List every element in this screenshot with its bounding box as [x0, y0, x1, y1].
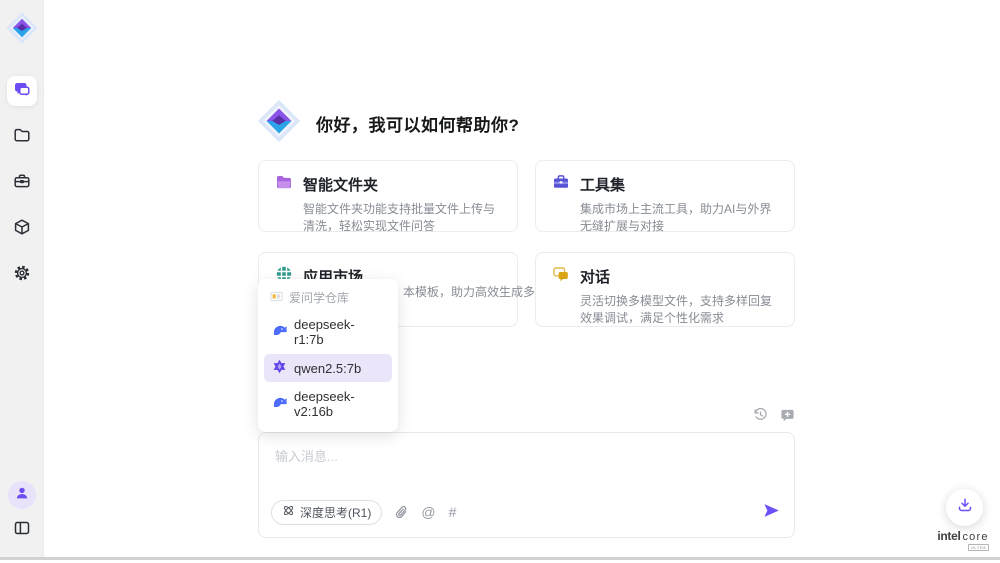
indigo-briefcase-icon	[552, 173, 570, 196]
atom-icon	[282, 504, 295, 520]
repository-card-icon	[270, 290, 283, 306]
model-option-label: deepseek-r1:7b	[294, 317, 384, 347]
deep-think-label: 深度思考(R1)	[300, 504, 371, 521]
model-option-deepseek-r1[interactable]: deepseek-r1:7b	[264, 312, 392, 352]
model-group-label: 爱问学仓库	[289, 289, 349, 306]
model-option-deepseek-v2[interactable]: deepseek-v2:16b	[264, 384, 392, 424]
window-bottom-edge	[0, 557, 1000, 560]
attachment-paperclip-icon[interactable]	[395, 505, 408, 520]
card-toolkit[interactable]: 工具集 集成市场上主流工具，助力AI与外界无缝扩展与对接	[535, 160, 795, 232]
card-title: 工具集	[580, 174, 625, 195]
gold-chat-icon	[552, 265, 570, 288]
qwen-logo-icon	[272, 359, 287, 377]
chat-bubbles-icon	[13, 80, 31, 103]
model-option-qwen[interactable]: qwen2.5:7b	[264, 354, 392, 382]
assistant-logo-icon	[256, 98, 302, 149]
download-fab-button[interactable]	[946, 489, 983, 526]
card-title: 对话	[580, 266, 610, 287]
deepseek-whale-icon	[272, 395, 287, 413]
model-group-header: 爱问学仓库	[258, 284, 398, 310]
composer-toolbar: 深度思考(R1) @ #	[271, 499, 780, 525]
gear-icon	[13, 264, 31, 287]
model-option-label: qwen2.5:7b	[294, 361, 361, 376]
ultra-badge: ULTRA	[968, 544, 989, 551]
core-wordmark: core	[962, 531, 988, 543]
sidebar-bottom	[0, 481, 44, 545]
intel-wordmark: intel	[937, 529, 960, 543]
app-logo-icon	[4, 10, 40, 46]
history-icon[interactable]	[753, 407, 768, 422]
sidebar	[0, 0, 44, 557]
message-composer[interactable]: 输入消息... 深度思考(R1) @ #	[258, 432, 795, 538]
download-icon	[957, 497, 973, 518]
sidebar-nav	[0, 76, 44, 290]
greeting-title: 你好，我可以如何帮助你?	[316, 111, 519, 136]
sidebar-item-settings[interactable]	[7, 260, 37, 290]
conversation-actions	[753, 407, 795, 422]
greeting: 你好，我可以如何帮助你?	[256, 98, 519, 149]
sidebar-item-toolbox[interactable]	[7, 168, 37, 198]
card-smart-folder[interactable]: 智能文件夹 智能文件夹功能支持批量文件上传与清洗，轻松实现文件问答	[258, 160, 518, 232]
person-icon	[14, 485, 30, 506]
sidebar-item-folders[interactable]	[7, 122, 37, 152]
send-paper-plane-icon	[763, 503, 780, 521]
deep-think-button[interactable]: 深度思考(R1)	[271, 500, 382, 525]
message-input-placeholder: 输入消息...	[275, 446, 338, 465]
briefcase-icon	[13, 172, 31, 195]
new-chat-icon[interactable]	[780, 407, 795, 422]
purple-folder-icon	[275, 173, 293, 196]
cube-icon	[13, 218, 31, 241]
card-description-partial: 本模板，助力高效生成多	[403, 284, 535, 301]
panel-layout-icon	[13, 519, 31, 542]
sidebar-collapse-button[interactable]	[7, 515, 37, 545]
card-title: 智能文件夹	[303, 174, 378, 195]
topic-hash-icon[interactable]: #	[449, 505, 457, 519]
card-description: 灵活切换多模型文件，支持多样回复效果调试，满足个性化需求	[580, 293, 778, 327]
sidebar-item-models[interactable]	[7, 214, 37, 244]
sidebar-item-chat[interactable]	[7, 76, 37, 106]
mention-at-icon[interactable]: @	[421, 505, 435, 519]
user-avatar[interactable]	[8, 481, 36, 509]
intel-core-logo: intel core ULTRA	[930, 529, 996, 551]
folder-icon	[13, 126, 31, 149]
model-dropdown-menu: 爱问学仓库 deepseek-r1:7b qwen2.5:7b	[258, 279, 398, 432]
deepseek-whale-icon	[272, 323, 287, 341]
app-window: 你好，我可以如何帮助你? 智能文件夹 智能文件夹功能支持批量文件上传与清洗，轻松…	[0, 0, 1000, 563]
card-chat[interactable]: 对话 灵活切换多模型文件，支持多样回复效果调试，满足个性化需求	[535, 252, 795, 327]
card-description: 智能文件夹功能支持批量文件上传与清洗，轻松实现文件问答	[303, 201, 501, 235]
send-button[interactable]	[763, 503, 780, 521]
card-description: 集成市场上主流工具，助力AI与外界无缝扩展与对接	[580, 201, 778, 235]
model-option-label: deepseek-v2:16b	[294, 389, 384, 419]
